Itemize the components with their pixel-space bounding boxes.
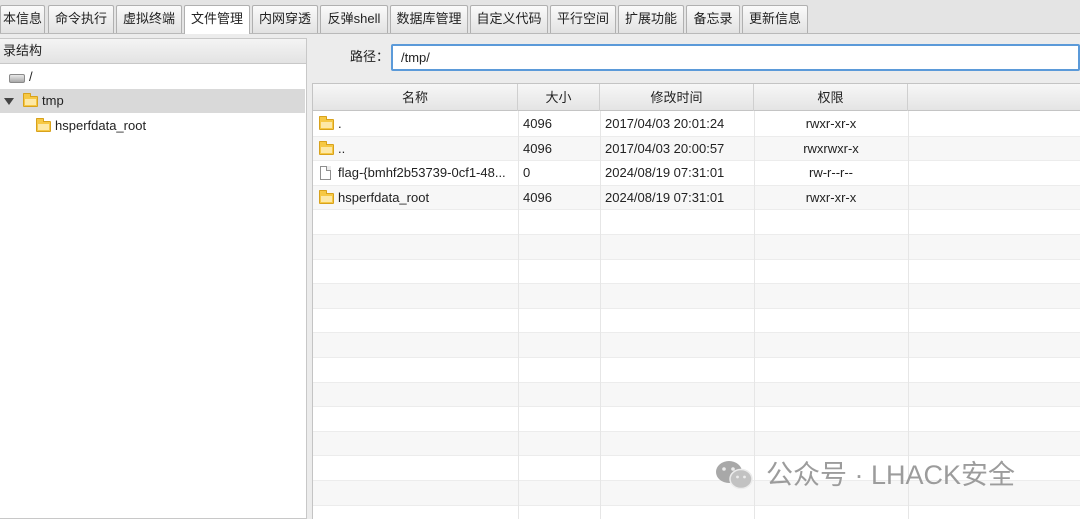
table-row-empty xyxy=(313,284,1080,309)
cell-name: hsperfdata_root xyxy=(338,189,430,205)
cell-permission: rwxrwxr-x xyxy=(803,140,859,156)
cell-size: 4096 xyxy=(523,140,552,156)
tab-memo[interactable]: 备忘录 xyxy=(686,5,740,33)
cell-mtime: 2017/04/03 20:01:24 xyxy=(605,116,725,131)
expand-arrow-icon[interactable] xyxy=(4,98,14,105)
column-divider xyxy=(518,111,519,519)
cell-mtime: 2024/08/19 07:31:01 xyxy=(605,189,725,205)
file-list-table: 名称 大小 修改时间 权限 . 4096 2017/04/03 20:01:24 rw… xyxy=(312,83,1080,519)
column-header-name[interactable]: 名称 xyxy=(313,84,518,111)
path-label: 路径： xyxy=(350,49,390,64)
cell-name: .. xyxy=(338,140,346,156)
column-header-permission[interactable]: 权限 xyxy=(754,84,908,111)
tab-custom-code[interactable]: 自定义代码 xyxy=(470,5,548,33)
table-row-empty xyxy=(313,260,1080,285)
table-row-empty xyxy=(313,333,1080,358)
cell-name: flag-{bmhf2b53739-0cf1-48... xyxy=(338,165,506,181)
tab-file-manager[interactable]: 文件管理 xyxy=(184,5,250,34)
directory-tree-panel: 录结构 / tmp hsperfdata_root xyxy=(0,38,307,519)
column-header-size[interactable]: 大小 xyxy=(518,84,600,111)
folder-icon xyxy=(36,118,51,132)
table-row-empty xyxy=(313,382,1080,408)
table-row-empty xyxy=(313,506,1080,519)
table-row[interactable]: hsperfdata_root 4096 2024/08/19 07:31:01 rw… xyxy=(313,185,1080,211)
folder-icon xyxy=(23,93,38,107)
folder-icon xyxy=(319,116,334,130)
tab-extensions[interactable]: 扩展功能 xyxy=(618,5,684,33)
column-header-mtime[interactable]: 修改时间 xyxy=(600,84,754,111)
folder-icon xyxy=(319,189,334,204)
cell-name: . xyxy=(338,116,342,131)
cell-size: 4096 xyxy=(523,116,552,131)
path-input[interactable] xyxy=(391,44,1080,71)
watermark-text: 公众号 · LHACK安全 xyxy=(766,460,1016,490)
cell-permission: rwxr-xr-x xyxy=(805,189,857,205)
tree-item-label: / xyxy=(29,69,33,84)
tree-item-hsperfdata-root[interactable]: hsperfdata_root xyxy=(0,114,305,138)
tree-item-label: tmp xyxy=(42,93,64,108)
table-row[interactable]: .. 4096 2017/04/03 20:00:57 rwxrwxr-x xyxy=(313,136,1080,162)
table-row-empty xyxy=(313,309,1080,334)
cell-size: 0 xyxy=(523,165,531,181)
table-row-empty xyxy=(313,358,1080,383)
tab-command-exec[interactable]: 命令执行 xyxy=(48,5,114,33)
cell-size: 4096 xyxy=(523,189,552,205)
table-row-empty xyxy=(313,431,1080,457)
file-icon xyxy=(320,166,331,181)
tree-item-label: hsperfdata_root xyxy=(55,118,147,133)
tab-reverse-shell[interactable]: 反弹shell xyxy=(320,5,388,33)
tab-intranet-tunnel[interactable]: 内网穿透 xyxy=(252,5,318,33)
directory-tree-header: 录结构 xyxy=(0,39,306,64)
table-row[interactable]: flag-{bmhf2b53739-0cf1-48... 0 2024/08/19 … xyxy=(313,161,1080,186)
column-divider xyxy=(754,111,755,519)
cell-mtime: 2017/04/03 20:00:57 xyxy=(605,140,725,156)
cell-mtime: 2024/08/19 07:31:01 xyxy=(605,165,725,181)
tab-parallel-space[interactable]: 平行空间 xyxy=(550,5,616,33)
drive-icon xyxy=(9,74,25,83)
tab-bar: 本信息 命令执行 虚拟终端 文件管理 内网穿透 反弹shell 数据库管理 自定… xyxy=(0,0,1080,34)
cell-permission: rwxr-xr-x xyxy=(805,116,857,131)
tab-update-info[interactable]: 更新信息 xyxy=(742,5,808,33)
wechat-logo-icon xyxy=(716,461,753,490)
tab-database-manager[interactable]: 数据库管理 xyxy=(390,5,468,33)
table-header: 名称 大小 修改时间 权限 xyxy=(313,84,1080,111)
tree-item-tmp[interactable]: tmp xyxy=(0,89,305,113)
tab-virtual-terminal[interactable]: 虚拟终端 xyxy=(116,5,182,33)
table-row-empty xyxy=(313,210,1080,235)
tree-item-root[interactable]: / xyxy=(0,65,305,89)
column-divider xyxy=(600,111,601,519)
cell-permission: rw-r--r-- xyxy=(808,165,854,181)
table-row[interactable]: . 4096 2017/04/03 20:01:24 rwxr-xr-x xyxy=(313,112,1080,137)
tab-basic-info[interactable]: 本信息 xyxy=(0,5,45,33)
folder-icon xyxy=(319,140,334,155)
table-row-empty xyxy=(313,407,1080,432)
table-row-empty xyxy=(313,235,1080,260)
